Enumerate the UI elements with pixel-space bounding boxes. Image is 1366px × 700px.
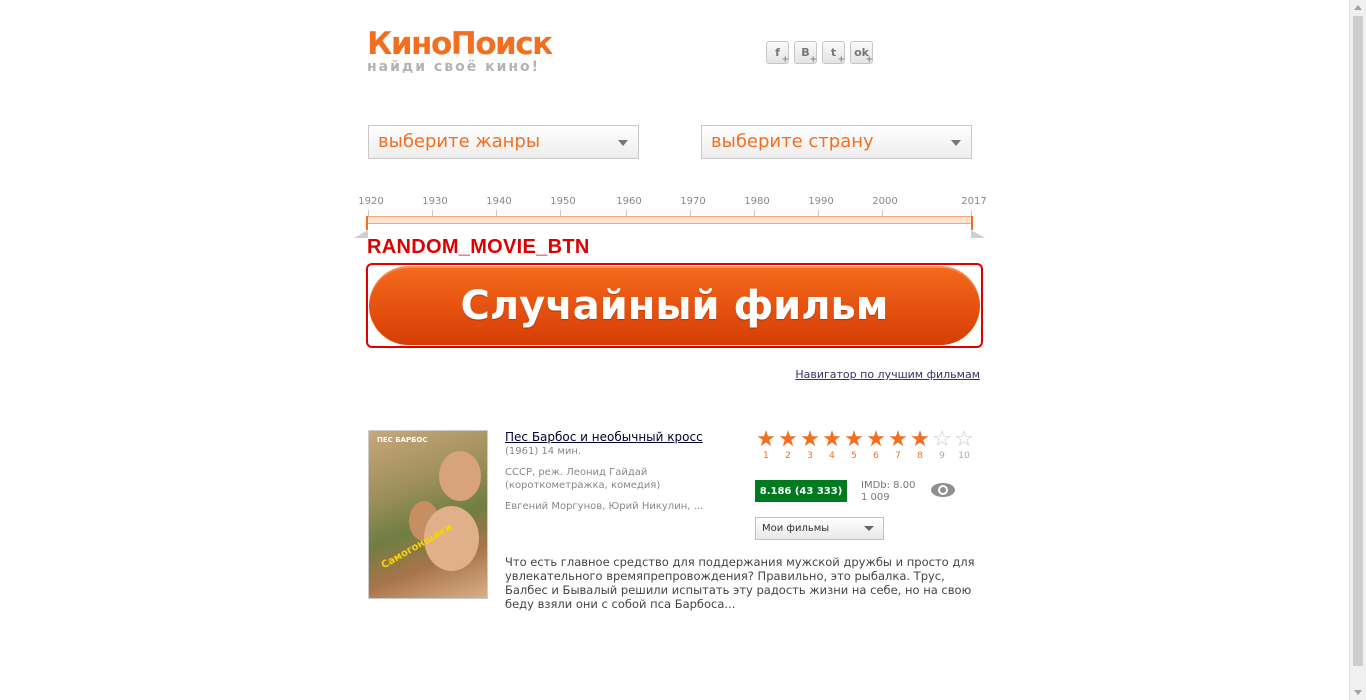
- rating-star-number: 5: [851, 451, 857, 461]
- star-icon: ★: [800, 427, 820, 452]
- year-label: 2000: [872, 196, 898, 207]
- movie-poster[interactable]: ПЕС БАРБОС Самогонщики: [368, 430, 488, 599]
- chevron-down-icon: [951, 140, 961, 146]
- star-icon: ☆: [954, 427, 974, 452]
- scroll-down-icon[interactable]: [1354, 690, 1362, 695]
- star-icon: ★: [910, 427, 930, 452]
- eye-icon[interactable]: [930, 482, 956, 498]
- poster-top-text: ПЕС БАРБОС: [377, 436, 428, 444]
- imdb-rating: IMDb: 8.00 1 009: [861, 480, 915, 504]
- rating-star[interactable]: ★ 8: [909, 428, 931, 461]
- star-icon: ☆: [932, 427, 952, 452]
- year-range-start-handle[interactable]: [354, 216, 368, 238]
- facebook-glyph: f: [775, 46, 780, 59]
- twitter-icon[interactable]: t +: [822, 41, 845, 65]
- logo-tagline: найди своё кино!: [367, 59, 541, 75]
- vkontakte-glyph: B: [801, 46, 810, 59]
- random-movie-button[interactable]: Случайный фильм: [369, 266, 980, 345]
- poster-figure: [439, 451, 481, 501]
- movie-country-director: СССР, реж. Леонид Гайдай: [505, 467, 648, 478]
- rating-star[interactable]: ★ 7: [887, 428, 909, 461]
- star-icon: ★: [866, 427, 886, 452]
- star-icon: ★: [756, 427, 776, 452]
- vkontakte-icon[interactable]: B +: [794, 41, 817, 65]
- social-share-bar: f + B + t + ok +: [766, 41, 873, 65]
- logo-name: КиноПоиск: [367, 26, 553, 62]
- rating-star-number: 6: [873, 451, 879, 461]
- movie-title-link[interactable]: Пес Барбос и необычный кросс: [505, 430, 745, 444]
- star-icon: ★: [844, 427, 864, 452]
- handle-stem: [971, 216, 973, 230]
- rating-star[interactable]: ★ 4: [821, 428, 843, 461]
- movie-year-length: (1961) 14 мин.: [505, 446, 582, 457]
- facebook-icon[interactable]: f +: [766, 41, 789, 65]
- rating-star[interactable]: ☆ 9: [931, 428, 953, 461]
- scroll-up-icon[interactable]: [1354, 5, 1362, 10]
- year-label: 1990: [808, 196, 834, 207]
- rating-star-number: 8: [917, 451, 923, 461]
- year-label: 1930: [422, 196, 448, 207]
- rating-star-number: 10: [958, 451, 970, 461]
- year-range-end-handle[interactable]: [971, 216, 985, 238]
- year-label: 1960: [616, 196, 642, 207]
- genre-select[interactable]: выберите жанры: [368, 125, 639, 159]
- rating-star-number: 7: [895, 451, 901, 461]
- handle-foot: [971, 230, 985, 238]
- genre-select-label: выберите жанры: [378, 131, 541, 152]
- year-label: 1950: [550, 196, 576, 207]
- year-label: 1920: [358, 196, 384, 207]
- handle-stem: [366, 216, 368, 230]
- movie-cast: Евгений Моргунов, Юрий Никулин, ...: [505, 501, 704, 512]
- movie-genres: (короткометражка, комедия): [505, 480, 661, 491]
- best-movies-navigator-link[interactable]: Навигатор по лучшим фильмам: [795, 368, 980, 381]
- chevron-down-icon: [618, 140, 628, 146]
- year-label: 1970: [680, 196, 706, 207]
- year-label: 1980: [744, 196, 770, 207]
- rating-star-number: 2: [785, 451, 791, 461]
- page-scrollbar[interactable]: [1349, 0, 1366, 700]
- movie-description: Что есть главное средство для поддержани…: [505, 555, 975, 611]
- imdb-rating-value: IMDb: 8.00: [861, 480, 916, 491]
- annotation-label: RANDOM_MOVIE_BTN: [367, 236, 590, 258]
- scrollbar-thumb[interactable]: [1353, 16, 1363, 666]
- star-icon: ★: [778, 427, 798, 452]
- rating-star-number: 3: [807, 451, 813, 461]
- chevron-down-icon: [864, 526, 874, 531]
- country-select[interactable]: выберите страну: [701, 125, 972, 159]
- movie-info: Пес Барбос и необычный кросс (1961) 14 м…: [505, 430, 745, 513]
- my-films-dropdown[interactable]: Мои фильмы: [755, 517, 884, 540]
- site-logo[interactable]: КиноПоиск найди своё кино!: [367, 26, 553, 75]
- country-select-label: выберите страну: [711, 131, 874, 152]
- rating-star-number: 1: [763, 451, 769, 461]
- year-range-track[interactable]: [368, 216, 972, 224]
- rating-star-number: 9: [939, 451, 945, 461]
- rating-star[interactable]: ★ 1: [755, 428, 777, 461]
- year-label: 2017: [961, 196, 987, 207]
- odnoklassniki-icon[interactable]: ok +: [850, 41, 873, 65]
- my-films-label: Мои фильмы: [762, 523, 830, 534]
- star-icon: ★: [888, 427, 908, 452]
- kinopoisk-rating-badge: 8.186 (43 333): [755, 480, 847, 502]
- star-icon: ★: [822, 427, 842, 452]
- rating-star[interactable]: ★ 5: [843, 428, 865, 461]
- handle-foot: [354, 230, 368, 238]
- rating-star[interactable]: ★ 3: [799, 428, 821, 461]
- rating-star-number: 4: [829, 451, 835, 461]
- year-label: 1940: [486, 196, 512, 207]
- rating-star[interactable]: ★ 6: [865, 428, 887, 461]
- rating-star[interactable]: ★ 2: [777, 428, 799, 461]
- rating-star[interactable]: ☆ 10: [953, 428, 975, 461]
- twitter-glyph: t: [830, 46, 837, 59]
- rating-stars: ★ 1 ★ 2 ★ 3 ★ 4 ★ 5 ★ 6 ★ 7 ★ 8 ☆ 9 ☆ 10: [755, 428, 975, 461]
- imdb-votes: 1 009: [861, 492, 890, 503]
